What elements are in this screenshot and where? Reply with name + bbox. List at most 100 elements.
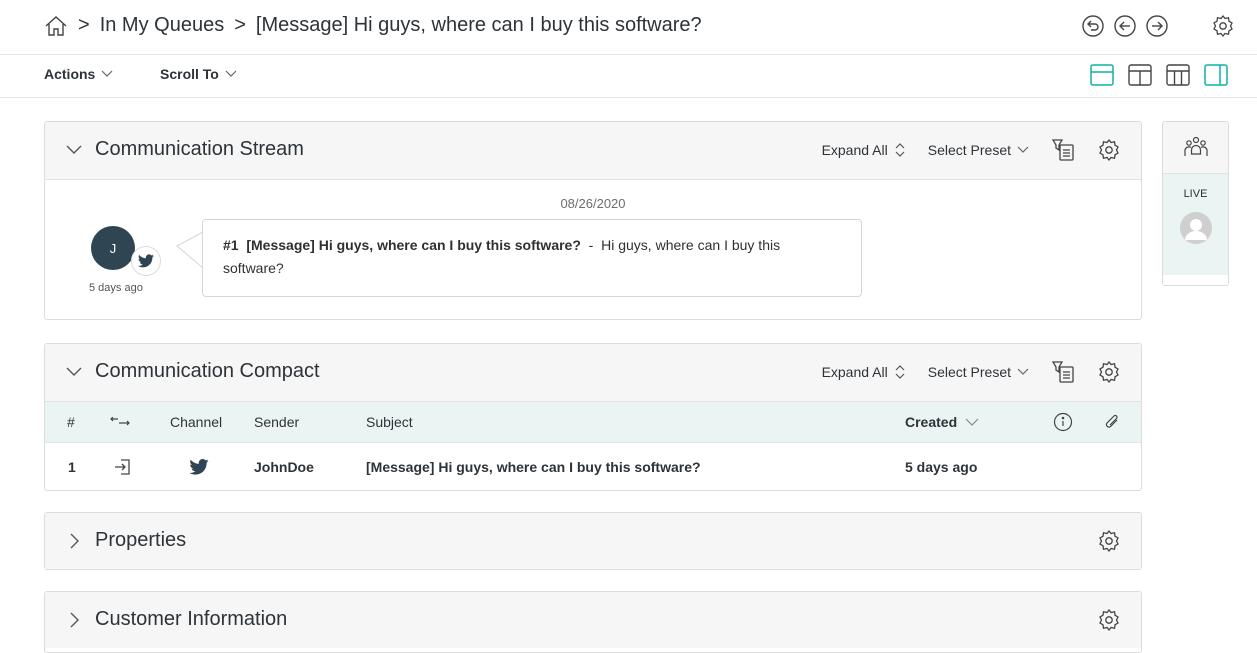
column-number[interactable]: # (67, 402, 75, 442)
column-created[interactable]: Created (905, 402, 979, 442)
filter-list-icon[interactable] (1051, 360, 1075, 384)
widget-header: Properties (45, 513, 1141, 569)
users-icon[interactable] (1183, 135, 1209, 161)
chevron-down-icon (101, 70, 113, 78)
widget-actions: Expand All Select Preset (822, 138, 1121, 162)
live-label: LIVE (1183, 188, 1208, 200)
expand-all-button[interactable]: Expand All (822, 364, 906, 380)
widget-header: Communication Stream Expand All Select P… (45, 122, 1141, 180)
stream-date: 08/26/2020 (560, 196, 626, 211)
table-row[interactable]: 1 JohnDoe [Message] Hi guys, where can I… (45, 443, 1141, 490)
back-circle-icon[interactable] (1081, 14, 1105, 38)
message-separator: - (588, 237, 594, 253)
toolbar: Actions Scroll To (0, 55, 1257, 98)
widget-actions (1097, 608, 1121, 632)
properties-widget: Properties (44, 512, 1142, 570)
widget-actions (1097, 529, 1121, 553)
column-channel[interactable]: Channel (170, 402, 222, 442)
live-panel: LIVE (1162, 121, 1229, 286)
message-number: #1 (223, 237, 239, 253)
column-subject[interactable]: Subject (366, 402, 413, 442)
breadcrumb-item-ticket: [Message] Hi guys, where can I buy this … (255, 14, 702, 36)
expand-all-label: Expand All (821, 364, 888, 380)
widget-title-toggle[interactable]: Communication Stream (65, 138, 304, 161)
widget-actions: Expand All Select Preset (822, 360, 1121, 384)
chevron-down-icon (65, 366, 83, 378)
expand-collapse-icon (894, 142, 906, 158)
twitter-icon (131, 246, 161, 276)
message-subject: [Message] Hi guys, where can I buy this … (246, 237, 581, 253)
column-created-label: Created (905, 414, 958, 430)
actions-menu[interactable]: Actions (44, 66, 113, 82)
live-panel-body: LIVE (1163, 174, 1228, 275)
widget-title: Properties (95, 529, 187, 551)
expand-all-label: Expand All (821, 142, 888, 158)
layout-columns-icon[interactable] (1127, 63, 1153, 87)
gear-icon[interactable] (1097, 608, 1121, 632)
layout-top-icon[interactable] (1089, 63, 1115, 87)
message-time-ago: 5 days ago (89, 282, 143, 294)
header-bar: > In My Queues > [Message] Hi guys, wher… (0, 0, 1257, 55)
row-created: 5 days ago (905, 458, 978, 475)
navigation-icons (1081, 14, 1235, 38)
actions-menu-label: Actions (44, 66, 96, 82)
row-subject: [Message] Hi guys, where can I buy this … (366, 458, 701, 475)
column-sender[interactable]: Sender (254, 402, 299, 442)
widget-title: Communication Stream (95, 138, 304, 160)
row-sender: JohnDoe (254, 458, 314, 475)
widget-header: Communication Compact Expand All Select … (45, 344, 1141, 402)
chevron-right-icon (65, 611, 83, 629)
widget-header: Customer Information (45, 592, 1141, 648)
breadcrumb-separator: > (78, 14, 90, 36)
direction-arrows-icon[interactable] (109, 402, 131, 442)
bubble-tail (176, 231, 204, 269)
avatar-initial: J (109, 240, 117, 256)
arrow-left-circle-icon[interactable] (1113, 14, 1137, 38)
widget-title-toggle[interactable]: Properties (65, 529, 186, 552)
chevron-right-icon (65, 532, 83, 550)
select-preset-dropdown[interactable]: Select Preset (928, 364, 1029, 380)
widget-title-toggle[interactable]: Customer Information (65, 608, 287, 631)
widget-title: Communication Compact (95, 360, 320, 382)
scroll-to-menu-label: Scroll To (160, 66, 219, 82)
customer-information-widget: Customer Information (44, 591, 1142, 653)
breadcrumb-separator: > (234, 14, 246, 36)
chevron-down-icon (65, 144, 83, 156)
expand-collapse-icon (894, 364, 906, 380)
avatar[interactable]: J (91, 226, 135, 270)
gear-icon[interactable] (1097, 138, 1121, 162)
message-text: #1 [Message] Hi guys, where can I buy th… (223, 234, 841, 280)
gear-icon[interactable] (1211, 14, 1235, 38)
communication-stream-widget: Communication Stream Expand All Select P… (44, 121, 1142, 320)
layout-sidebar-icon[interactable] (1203, 63, 1229, 87)
live-panel-header (1163, 122, 1228, 174)
avatar[interactable] (1180, 212, 1212, 244)
expand-all-button[interactable]: Expand All (822, 142, 906, 158)
widget-title: Customer Information (95, 608, 288, 630)
scroll-to-menu[interactable]: Scroll To (160, 66, 237, 82)
arrow-right-circle-icon[interactable] (1145, 14, 1169, 38)
breadcrumb-item-queues[interactable]: In My Queues (100, 14, 225, 37)
message-bubble[interactable]: #1 [Message] Hi guys, where can I buy th… (202, 219, 862, 297)
chevron-down-icon (1017, 146, 1029, 154)
filter-list-icon[interactable] (1051, 138, 1075, 162)
table-header: # Channel Sender Subject Created (45, 402, 1141, 443)
widget-title-toggle[interactable]: Communication Compact (65, 360, 320, 383)
select-preset-label: Select Preset (927, 364, 1011, 380)
select-preset-label: Select Preset (927, 142, 1011, 158)
gear-icon[interactable] (1097, 529, 1121, 553)
layout-three-columns-icon[interactable] (1165, 63, 1191, 87)
communication-compact-widget: Communication Compact Expand All Select … (44, 343, 1142, 491)
gear-icon[interactable] (1097, 360, 1121, 384)
chevron-down-icon (225, 70, 237, 78)
incoming-icon (113, 443, 133, 490)
breadcrumb: > In My Queues > [Message] Hi guys, wher… (44, 14, 702, 37)
layout-switcher (1089, 63, 1229, 87)
info-icon[interactable] (1053, 402, 1073, 442)
select-preset-dropdown[interactable]: Select Preset (928, 142, 1029, 158)
attachment-icon[interactable] (1103, 402, 1121, 442)
home-icon[interactable] (44, 15, 68, 37)
row-number: 1 (68, 458, 76, 475)
chevron-down-icon (965, 418, 979, 426)
twitter-icon (189, 443, 209, 490)
